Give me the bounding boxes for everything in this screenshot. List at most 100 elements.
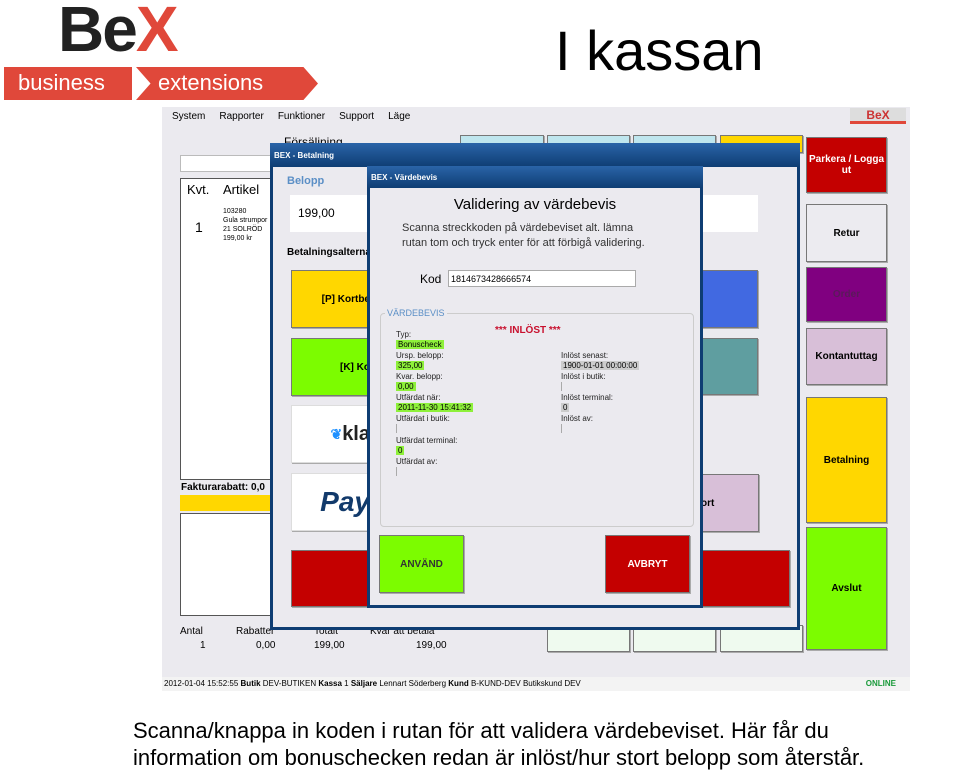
- voucher-group: VÄRDEBEVIS *** INLÖST *** Typ: Bonuscheck…: [380, 308, 694, 527]
- status-seller: Lennart Söderberg: [379, 679, 447, 688]
- article-list[interactable]: Kvt. Artikel 1 103280 Gula strumpor 21 SOL…: [180, 178, 275, 480]
- article-variant: 21 SOLRÖD: [223, 226, 263, 233]
- belopp-label: Belopp: [287, 175, 325, 187]
- voucher-heading: Validering av värdebevis: [453, 196, 617, 213]
- voucher-title: BEX - Värdebevis: [371, 173, 438, 182]
- status-register: 1: [344, 679, 349, 688]
- redeemed-label: *** INLÖST ***: [495, 325, 561, 336]
- field-label: Ursp. belopp:: [396, 351, 444, 360]
- menu-funktioner[interactable]: Funktioner: [278, 111, 325, 122]
- caption: Scanna/knappa in koden i rutan för att v…: [133, 717, 864, 771]
- status-customer: B-KUND-DEV Butikskund DEV: [470, 679, 581, 688]
- menu-lage[interactable]: Läge: [388, 111, 410, 122]
- row-article: 103280 Gula strumpor 21 SOLRÖD 199,00 kr: [223, 207, 267, 243]
- park-logout-button[interactable]: Parkera / Logga ut: [806, 137, 887, 193]
- return-button[interactable]: Retur: [806, 204, 887, 262]
- field-label: Inlöst i butik:: [561, 372, 606, 381]
- instruction-line-2: rutan tom och tryck enter för att förbig…: [402, 237, 645, 249]
- menu-system[interactable]: System: [172, 111, 205, 122]
- status-bar: 2012-01-04 15:52:55 Butik DEV-BUTIKEN Ka…: [162, 677, 910, 691]
- field-label: Utfärdat när:: [396, 393, 441, 402]
- status-customer-label: Kund: [448, 679, 469, 688]
- row-qty: 1: [195, 219, 203, 235]
- payment-option-lilac[interactable]: ort: [700, 474, 759, 532]
- receipt-box: [180, 513, 275, 616]
- field-value: [396, 467, 401, 476]
- col-article: Artikel: [223, 182, 260, 197]
- total-discount: 0,00: [256, 640, 276, 651]
- order-button[interactable]: Order: [806, 267, 887, 322]
- totals: Antal Rabatter Totalt Kvar att betala 1 …: [180, 626, 460, 656]
- status-datetime: 2012-01-04 15:52:55: [164, 679, 239, 688]
- search-input[interactable]: [180, 155, 275, 172]
- logo-be: Be: [58, 0, 138, 65]
- status-register-label: Kassa: [318, 679, 342, 688]
- logo-business: business: [4, 67, 132, 100]
- finish-button[interactable]: Avslut: [806, 527, 887, 650]
- field-value: 0: [396, 446, 405, 455]
- menu-bar: System Rapporter Funktioner Support Läge: [172, 111, 410, 122]
- invoice-discount: Fakturarabatt: 0,0: [181, 482, 265, 493]
- field-value: [396, 424, 401, 433]
- code-label: Kod: [420, 272, 442, 286]
- field-value: 325,00: [396, 361, 425, 370]
- article-price: 199,00 kr: [223, 235, 253, 242]
- field-label: Utfärdat i butik:: [396, 414, 450, 423]
- card-payment-button[interactable]: [P] Kortbe: [291, 270, 371, 328]
- cash-payment-button[interactable]: [K] Ko: [291, 338, 371, 396]
- logo-extensions: extensions: [136, 67, 318, 100]
- voucher-instructions: Scanna streckkoden på värdebeviset alt. …: [402, 221, 645, 251]
- payment-option-teal[interactable]: [700, 338, 758, 395]
- payment-button[interactable]: Betalning: [806, 397, 887, 523]
- status-seller-label: Säljare: [350, 679, 378, 688]
- payment-title: BEX - Betalning: [274, 151, 335, 160]
- voucher-group-label: VÄRDEBEVIS: [385, 308, 447, 318]
- paypal-button[interactable]: Pay: [291, 473, 371, 531]
- field-label: Utfärdat av:: [396, 457, 438, 466]
- total-count: 1: [200, 640, 206, 651]
- online-status: ONLINE: [865, 679, 896, 688]
- remaining: 199,00: [416, 640, 447, 651]
- caption-line-2: information om bonuschecken redan är inl…: [133, 745, 865, 770]
- article-number: 103280: [223, 208, 247, 215]
- caption-line-1: Scanna/knappa in koden i rutan för att v…: [133, 718, 829, 743]
- voucher-title-bar: BEX - Värdebevis: [367, 166, 703, 188]
- field-value: 0,00: [396, 382, 416, 391]
- cancel-button[interactable]: AVBRYT: [605, 535, 690, 593]
- field-label: Kvar. belopp:: [396, 372, 443, 381]
- menu-rapporter[interactable]: Rapporter: [219, 111, 263, 122]
- field-label: Inlöst senast:: [561, 351, 609, 360]
- use-button[interactable]: ANVÄND: [379, 535, 464, 593]
- bex-logo: BeX business extensions: [0, 0, 320, 102]
- voucher-dialog: BEX - Värdebevis Validering av värdebevi…: [367, 166, 703, 608]
- field-label: Inlöst av:: [561, 414, 594, 423]
- status-store-label: Butik: [240, 679, 261, 688]
- field-label: Inlöst terminal:: [561, 393, 614, 402]
- total: 199,00: [314, 640, 345, 651]
- field-value: 2011-11-30 15:41:32: [396, 403, 474, 412]
- field-value: 0: [561, 403, 570, 412]
- payment-option-blue[interactable]: [700, 270, 758, 328]
- mini-logo: BeX: [850, 108, 906, 124]
- field-value: [561, 382, 566, 391]
- total-discount-label: Rabatter: [236, 626, 275, 637]
- article-name: Gula strumpor: [223, 217, 268, 224]
- cash-withdrawal-button[interactable]: Kontantuttag: [806, 328, 887, 385]
- status-store: DEV-BUTIKEN: [262, 679, 317, 688]
- payment-option-red[interactable]: [700, 550, 790, 607]
- pos-window: System Rapporter Funktioner Support Läge…: [162, 107, 910, 691]
- menu-support[interactable]: Support: [339, 111, 374, 122]
- klarna-icon: ❦: [330, 425, 343, 442]
- payment-title-bar: BEX - Betalning: [270, 143, 800, 167]
- field-value: 1900-01-01 00:00:00: [561, 361, 640, 370]
- klarna-button[interactable]: ❦ kla: [291, 405, 371, 463]
- code-input[interactable]: 1814673428666574: [448, 270, 636, 287]
- slide-title: I kassan: [555, 19, 764, 82]
- amount-field[interactable]: 199,00: [290, 195, 368, 232]
- field-label: Typ:: [396, 330, 412, 339]
- logo-x: X: [135, 0, 179, 65]
- field-value: Bonuscheck: [396, 340, 444, 349]
- field-value: [561, 424, 566, 433]
- instruction-line-1: Scanna streckkoden på värdebeviset alt. …: [402, 222, 634, 234]
- payment-cancel-button[interactable]: [291, 550, 371, 607]
